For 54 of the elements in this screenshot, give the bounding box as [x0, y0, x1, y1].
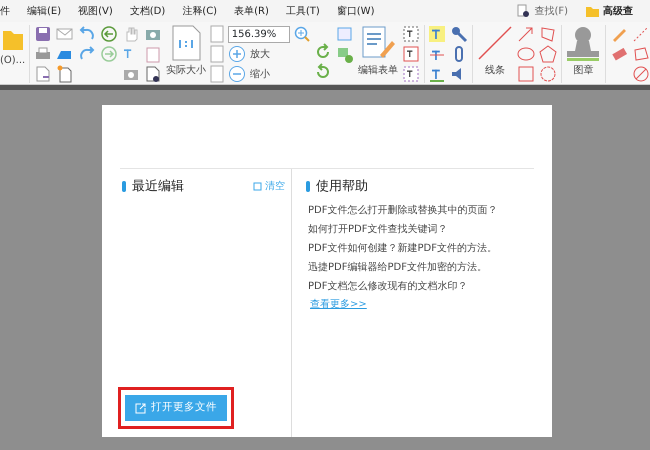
menu-item[interactable]: 注释(C): [182, 4, 226, 18]
text-field-icon[interactable]: [402, 25, 420, 43]
text-box-icon[interactable]: [402, 45, 420, 63]
help-link[interactable]: 迅捷PDF编辑器给PDF文件加密的方法。: [308, 258, 544, 276]
polygon-icon[interactable]: [538, 25, 557, 43]
help-link[interactable]: PDF文档怎么修改现有的文档水印？: [308, 276, 544, 296]
menu-item[interactable]: 件: [0, 4, 18, 18]
distance-icon[interactable]: [632, 25, 650, 43]
zoom-in-icon[interactable]: [228, 45, 246, 63]
open-label[interactable]: (O)...: [0, 53, 26, 68]
lines-label[interactable]: 线条: [484, 63, 505, 78]
open-file-icon: [135, 402, 146, 414]
toolbar-button[interactable]: 查找(F): [534, 4, 576, 18]
zoom-out-label[interactable]: 缩小: [250, 66, 270, 82]
stamp-label[interactable]: 图章: [573, 63, 594, 78]
section-title: 最近编辑: [132, 178, 184, 196]
perimeter-icon[interactable]: [632, 45, 650, 63]
menu-item[interactable]: 窗口(W): [336, 4, 382, 18]
stamp-icon[interactable]: [565, 25, 602, 61]
eraser-icon[interactable]: [610, 45, 628, 63]
folder-icon[interactable]: [585, 4, 599, 18]
zoom-out-icon[interactable]: [228, 65, 246, 83]
save-icon[interactable]: [34, 25, 52, 43]
new-document-icon[interactable]: [56, 65, 74, 83]
help-link[interactable]: PDF文件如何创建？新建PDF文件的方法。: [308, 238, 544, 258]
line-icon[interactable]: [476, 25, 513, 61]
pin-icon[interactable]: [450, 25, 468, 43]
menu-item[interactable]: 表单(R): [234, 4, 277, 18]
actual-size-label[interactable]: 实际大小: [166, 63, 206, 78]
callout-icon[interactable]: [402, 65, 420, 83]
pentagon-icon[interactable]: [538, 45, 557, 63]
toolbar-button[interactable]: 高级查: [603, 4, 641, 18]
ellipse-icon[interactable]: [516, 45, 535, 63]
section-marker: [122, 181, 126, 192]
zoom-in-label[interactable]: 放大: [250, 46, 270, 62]
menu-item[interactable]: 视图(V): [78, 4, 121, 18]
menu-item[interactable]: 编辑(E): [27, 4, 70, 18]
highlight-text-icon[interactable]: [428, 25, 446, 43]
arrow-icon[interactable]: [516, 25, 535, 43]
back-icon[interactable]: [100, 25, 118, 43]
section-marker: [306, 181, 310, 192]
actual-size-icon[interactable]: [170, 25, 201, 61]
zoom-icon[interactable]: [294, 26, 310, 42]
rectangle-icon[interactable]: [516, 65, 535, 83]
zoom-field[interactable]: 156.39%: [228, 26, 290, 42]
section-title: 使用帮助: [316, 178, 368, 196]
edit-form-label[interactable]: 编辑表单: [358, 63, 398, 78]
menu-item[interactable]: 工具(T): [286, 4, 328, 18]
help-link[interactable]: PDF文件怎么打开删除或替换其中的页面？: [308, 200, 544, 220]
menu-item[interactable]: 文档(D): [130, 4, 174, 18]
help-link[interactable]: 如何打开PDF文件查找关键词？: [308, 220, 544, 238]
document-icon[interactable]: [34, 65, 52, 83]
find-document-icon[interactable]: [144, 65, 162, 83]
forward-icon[interactable]: [100, 45, 118, 63]
